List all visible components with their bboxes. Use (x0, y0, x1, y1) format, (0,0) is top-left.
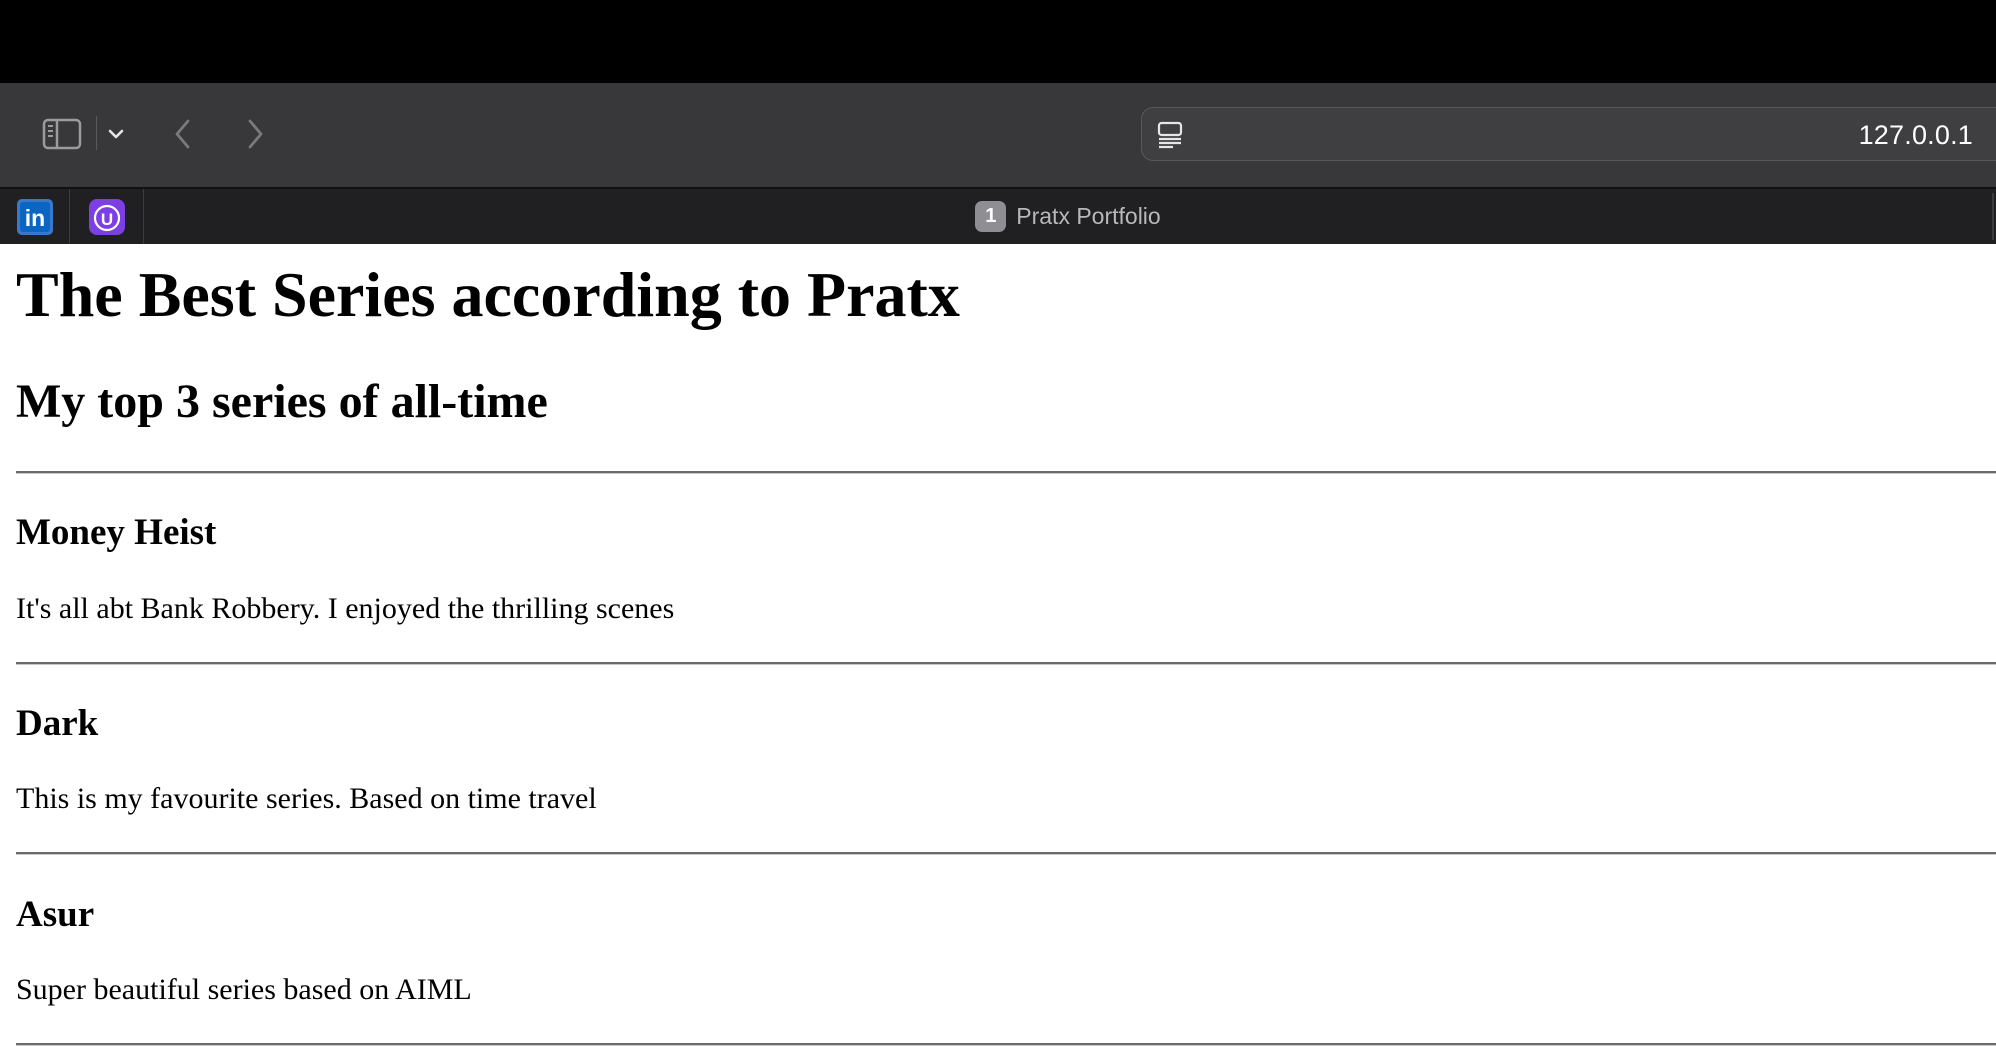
ucampus-logo-text: U (100, 210, 112, 229)
pinned-tab-ucampus[interactable]: U (70, 189, 144, 244)
browser-toolbar: 127.0.0.1 (0, 83, 1996, 187)
tab-bar: in U 1 Pratx Portfolio (0, 187, 1996, 244)
series-title-money-heist: Money Heist (16, 512, 217, 553)
chevron-down-icon (108, 129, 124, 139)
divider (16, 1043, 1996, 1046)
forward-button[interactable] (240, 115, 270, 153)
reader-mode-icon (1157, 121, 1183, 149)
back-button[interactable] (168, 115, 198, 153)
tab-pratx-portfolio[interactable]: 1 Pratx Portfolio (144, 189, 1992, 244)
linkedin-logo-text: in (24, 205, 44, 231)
divider (16, 852, 1996, 855)
series-description-money-heist: It's all abt Bank Robbery. I enjoyed the… (16, 592, 675, 625)
chevron-left-icon (175, 119, 190, 149)
system-top-bar (0, 0, 1996, 83)
url-text: 127.0.0.1 (1858, 120, 1973, 150)
series-title-dark: Dark (16, 703, 99, 744)
tab-title: Pratx Portfolio (1016, 203, 1161, 229)
sidebar-icon (42, 118, 82, 150)
pinned-tab-linkedin[interactable]: in (0, 189, 70, 244)
tab-divider (1992, 193, 1994, 240)
divider (16, 471, 1996, 474)
tab-badge: 1 (975, 201, 1007, 232)
page-title: The Best Series according to Pratx (16, 259, 960, 330)
toolbar-divider (96, 116, 97, 150)
divider (16, 662, 1996, 665)
series-title-asur: Asur (16, 894, 95, 935)
page-subtitle: My top 3 series of all-time (16, 375, 548, 428)
tab-group-menu-button[interactable] (104, 121, 128, 147)
series-description-dark: This is my favourite series. Based on ti… (16, 782, 597, 815)
chevron-right-icon (248, 119, 263, 149)
linkedin-icon: in (16, 198, 53, 235)
series-description-asur: Super beautiful series based on AIML (16, 973, 472, 1006)
address-bar[interactable]: 127.0.0.1 (1141, 107, 1996, 161)
sidebar-toggle-button[interactable] (40, 116, 84, 152)
ucampus-icon: U (88, 198, 125, 235)
